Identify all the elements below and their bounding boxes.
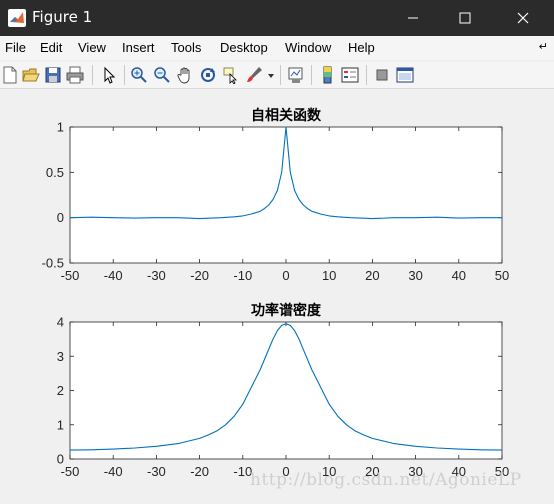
x-tick-label: -20 [190,268,209,283]
menu-help[interactable]: Help [348,40,375,55]
link-plot-icon[interactable] [287,66,305,84]
data-cursor-icon[interactable] [222,66,240,84]
brush-dropdown-icon[interactable] [266,66,276,84]
legend-icon[interactable] [341,66,359,84]
figure-canvas: 自相关函数 -50 -40 -30 -20 -10 0 10 20 30 40 50 -0.5 0 0.5 1… [0,89,554,499]
plot-title: 自相关函数 [251,107,322,123]
brush-icon[interactable] [245,66,263,84]
figure-plots: 自相关函数-50 -40 -30 -20 -10 0 10 20 30 40 50-0.500.51… [42,107,510,479]
y-tick-label: 1 [57,417,64,432]
toolbar-separator [366,65,367,85]
menu-view[interactable]: View [78,40,106,55]
menu-tools[interactable]: Tools [171,40,201,55]
y-tick-label: 3 [57,349,64,364]
window-title: Figure 1 [32,8,93,26]
y-tick-label: 4 [57,315,64,330]
colorbar-icon[interactable] [318,66,336,84]
x-tick-label: 20 [365,268,379,283]
menu-bar: File Edit View Insert Tools Desktop Wind… [0,36,554,60]
watermark-text: http://blog.csdn.net/AgonieLP [250,470,522,490]
x-tick-label: 0 [282,268,289,283]
show-plot-tools-icon[interactable] [396,66,414,84]
y-tick-label: 1 [57,120,64,135]
close-icon [517,12,529,24]
y-tick-label: 2 [57,383,64,398]
zoom-out-icon[interactable] [153,66,171,84]
x-tick-label: 40 [452,268,466,283]
minimize-button[interactable] [390,0,436,36]
title-bar: Figure 1 [0,0,554,36]
pointer-icon[interactable] [100,66,118,84]
dock-arrow-icon[interactable]: ↵ [539,40,548,53]
toolbar-separator [280,65,281,85]
hide-plot-tools-icon[interactable] [373,66,391,84]
maximize-icon [459,12,471,24]
y-tick-label: 0 [57,452,64,467]
rotate-3d-icon[interactable] [199,66,217,84]
zoom-in-icon[interactable] [130,66,148,84]
matlab-logo-icon [8,9,26,27]
toolbar-separator [124,65,125,85]
close-button[interactable] [500,0,546,36]
x-tick-label: -30 [147,268,166,283]
toolbar-separator [92,65,93,85]
plot-area [69,126,503,264]
x-tick-label: -40 [104,464,123,479]
maximize-button[interactable] [442,0,488,36]
x-tick-label: -40 [104,268,123,283]
plot-area [69,321,503,460]
x-tick-label: -20 [190,464,209,479]
x-tick-label: 10 [322,268,336,283]
x-tick-label: 50 [495,268,509,283]
menu-insert[interactable]: Insert [122,40,155,55]
menu-window[interactable]: Window [285,40,331,55]
minimize-icon [408,17,418,19]
menu-desktop[interactable]: Desktop [220,40,268,55]
plot-title: 功率谱密度 [251,302,322,318]
y-tick-label: -0.5 [42,256,64,271]
x-tick-label: -30 [147,464,166,479]
save-icon[interactable] [44,66,62,84]
menu-file[interactable]: File [5,40,26,55]
figure-toolbar [0,62,554,89]
x-tick-label: -10 [233,268,252,283]
y-tick-label: 0.5 [46,165,64,180]
toolbar-separator [311,65,312,85]
new-figure-icon[interactable] [1,66,19,84]
pan-hand-icon[interactable] [176,66,194,84]
menu-edit[interactable]: Edit [40,40,62,55]
x-tick-label: 30 [408,268,422,283]
open-file-icon[interactable] [22,66,40,84]
print-icon[interactable] [66,66,84,84]
y-tick-label: 0 [57,210,64,225]
